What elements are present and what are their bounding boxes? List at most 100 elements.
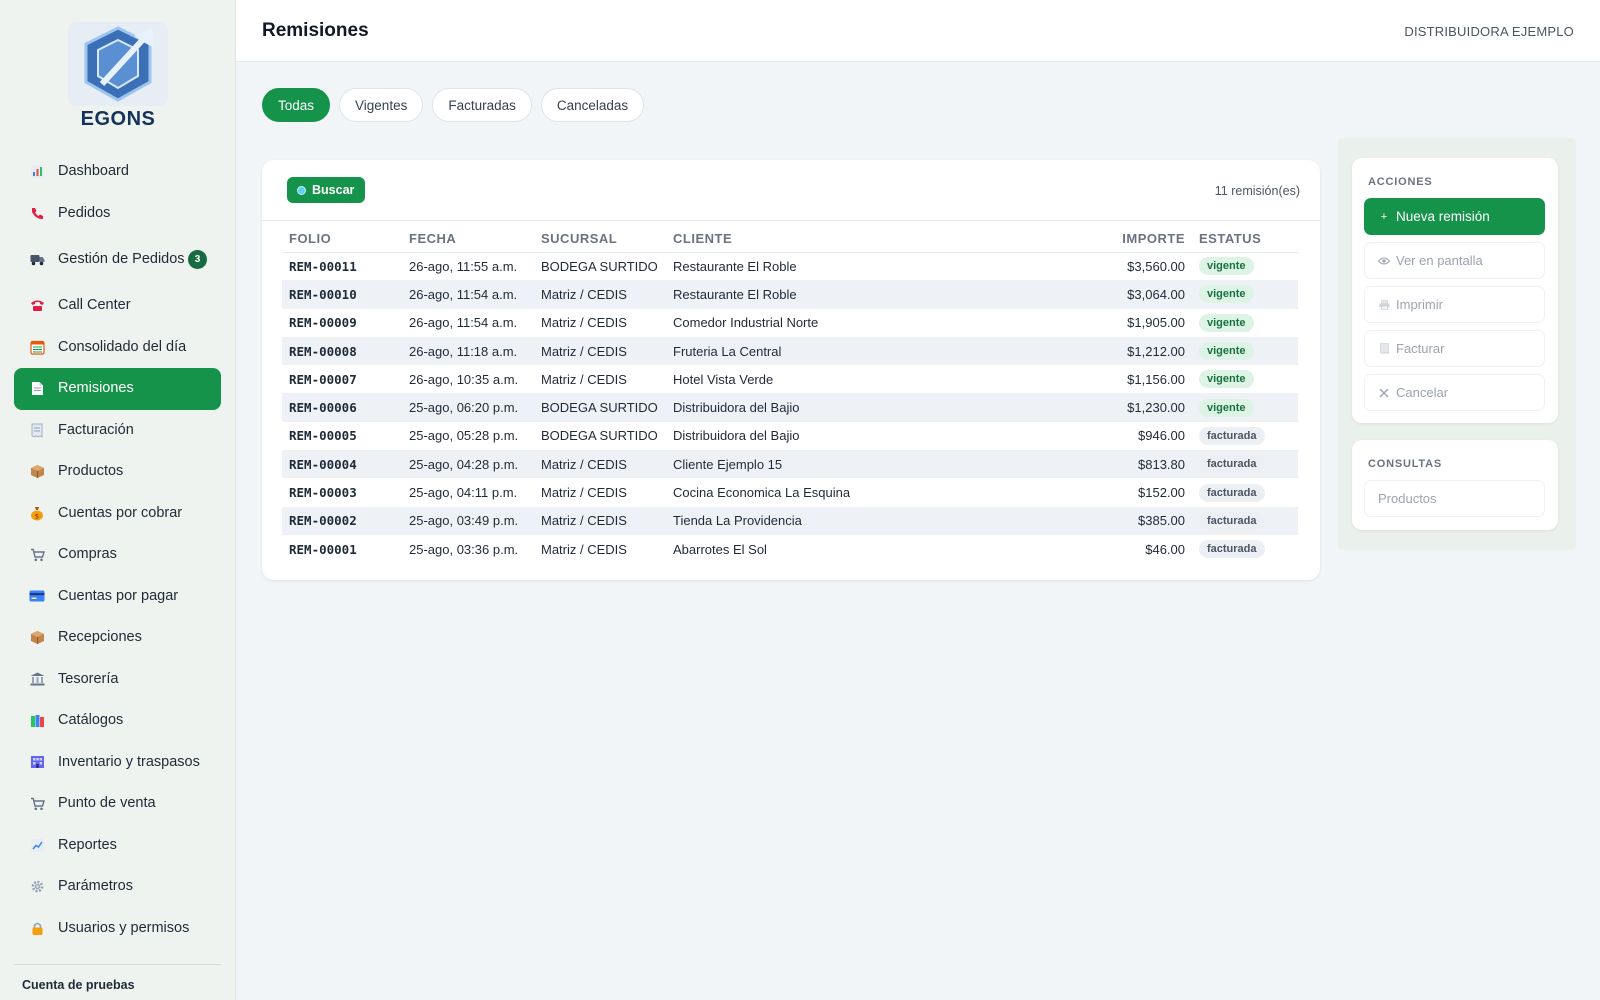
column-header-sucursal[interactable]: SUCURSAL (534, 226, 666, 253)
sidebar-item-consolidado[interactable]: Consolidado del día (14, 327, 221, 369)
egons-logo: EGONS (66, 22, 170, 132)
table-row[interactable]: REM-00008 26-ago, 11:18 a.m. Matriz / CE… (282, 336, 1298, 366)
view-on-screen-label: Ver en pantalla (1396, 253, 1483, 268)
search-button[interactable]: Buscar (287, 177, 366, 203)
cell-sucursal: BODEGA SURTIDO (534, 393, 666, 422)
cell-sucursal: BODEGA SURTIDO (541, 428, 658, 444)
actions-title: ACCIONES (1368, 176, 1433, 188)
column-header-folio[interactable]: FOLIO (282, 226, 402, 253)
package-icon (28, 629, 46, 647)
box-icon (28, 463, 46, 481)
column-header-fecha[interactable]: FECHA (402, 226, 534, 253)
table-row[interactable]: REM-00006 25-ago, 06:20 p.m. BODEGA SURT… (282, 393, 1298, 422)
cell-estatus: facturada (1192, 422, 1298, 450)
sidebar-item-catalogos[interactable]: Catálogos (14, 700, 221, 742)
sidebar-item-facturacion[interactable]: Facturación (14, 410, 221, 452)
receipt-icon (1378, 343, 1390, 354)
cell-folio: REM-00007 (289, 371, 357, 387)
sidebar-item-label: Punto de venta (58, 795, 156, 812)
table-row[interactable]: REM-00004 25-ago, 04:28 p.m. Matriz / CE… (282, 450, 1298, 479)
sidebar-item-label: Gestión de Pedidos (58, 251, 185, 267)
cell-sucursal: Matriz / CEDIS (541, 485, 627, 501)
sidebar-item-cuentas-cobrar[interactable]: $ Cuentas por cobrar (14, 493, 221, 535)
sidebar-item-gestion-pedidos[interactable]: Gestión de Pedidos 3 (14, 234, 221, 285)
sidebar-item-inventario[interactable]: Inventario y traspasos (14, 742, 221, 784)
new-remision-button[interactable]: + Nueva remisión (1364, 198, 1545, 235)
cell-estatus: vigente (1192, 280, 1298, 309)
eye-icon (1378, 257, 1390, 265)
cancel-button[interactable]: Cancelar (1364, 374, 1545, 411)
cell-folio: REM-00005 (289, 428, 357, 444)
cell-estatus: facturada (1192, 535, 1298, 563)
view-on-screen-button[interactable]: Ver en pantalla (1364, 242, 1545, 279)
close-icon (1378, 388, 1390, 398)
cell-estatus: vigente (1192, 365, 1298, 393)
invoice-button[interactable]: Facturar (1364, 330, 1545, 367)
sidebar-item-label: Recepciones (58, 629, 142, 646)
cell-estatus: vigente (1192, 252, 1298, 280)
column-header-importe[interactable]: IMPORTE (1092, 226, 1192, 253)
plus-icon: + (1380, 210, 1388, 223)
cell-sucursal: Matriz / CEDIS (534, 450, 666, 479)
sidebar-item-label: Catálogos (58, 712, 124, 729)
invoice-label: Facturar (1396, 341, 1445, 356)
table-row[interactable]: REM-00007 26-ago, 10:35 a.m. Matriz / CE… (282, 365, 1298, 393)
logo-text: EGONS (80, 108, 156, 130)
sidebar-item-label: Facturación (58, 421, 134, 438)
bank-icon (28, 670, 46, 688)
tab-canceladas[interactable]: Canceladas (540, 88, 645, 122)
cell-folio: REM-00006 (282, 393, 402, 422)
sidebar-item-pedidos[interactable]: Pedidos (14, 193, 221, 235)
sidebar-item-parametros[interactable]: Parámetros (14, 866, 221, 908)
table-row[interactable]: REM-00009 26-ago, 11:54 a.m. Matriz / CE… (282, 309, 1298, 337)
table-row[interactable]: REM-00010 26-ago, 11:54 a.m. Matriz / CE… (282, 280, 1298, 309)
status-badge: facturada (1199, 455, 1265, 474)
productos-button[interactable]: Productos (1364, 480, 1545, 517)
cell-importe: $3,064.00 (1092, 280, 1192, 309)
account-name[interactable]: Cuenta de pruebas (22, 978, 135, 992)
sidebar-item-cuentas-pagar[interactable]: Cuentas por pagar (14, 576, 221, 618)
printer-icon (1378, 299, 1390, 310)
column-header-cliente[interactable]: CLIENTE (666, 226, 1092, 253)
sidebar-item-label: Call Center (58, 297, 131, 314)
cell-importe: $1,230.00 (1092, 393, 1192, 422)
sidebar-item-dashboard[interactable]: Dashboard (14, 151, 221, 193)
cell-importe: $813.80 (1092, 450, 1192, 479)
table-row[interactable]: REM-00011 26-ago, 11:55 a.m. BODEGA SURT… (282, 252, 1298, 280)
telephone-icon (28, 297, 46, 315)
sidebar-item-remisiones[interactable]: Remisiones (14, 368, 221, 410)
sidebar-item-tesoreria[interactable]: Tesorería (14, 659, 221, 701)
sidebar-item-label: Reportes (58, 836, 117, 853)
productos-label: Productos (1378, 491, 1437, 506)
cell-cliente: Distribuidora del Bajio (673, 428, 800, 444)
cell-importe: $1,212.00 (1092, 336, 1192, 366)
sidebar-item-recepciones[interactable]: Recepciones (14, 617, 221, 659)
cell-sucursal: BODEGA SURTIDO (541, 258, 658, 274)
tab-todas[interactable]: Todas (262, 88, 331, 122)
sidebar-item-call-center[interactable]: Call Center (14, 285, 221, 327)
sidebar: EGONS Dashboard Pedidos Gestión de Pedid… (0, 0, 236, 1000)
sidebar-item-usuarios[interactable]: Usuarios y permisos (14, 908, 221, 950)
table-row[interactable]: REM-00005 25-ago, 05:28 p.m. BODEGA SURT… (282, 422, 1298, 450)
phone-icon (28, 204, 46, 222)
table-row[interactable]: REM-00002 25-ago, 03:49 p.m. Matriz / CE… (282, 506, 1298, 535)
new-remision-label: Nueva remisión (1396, 209, 1490, 224)
tab-facturadas[interactable]: Facturadas (432, 88, 532, 122)
cell-importe: $385.00 (1092, 506, 1192, 535)
sidebar-item-productos[interactable]: Productos (14, 451, 221, 493)
tab-vigentes[interactable]: Vigentes (339, 88, 424, 122)
status-badge: facturada (1199, 426, 1265, 445)
cell-folio: REM-00010 (282, 280, 402, 309)
status-filter-tabs: Todas Vigentes Facturadas Canceladas (262, 88, 645, 122)
sidebar-item-compras[interactable]: Compras (14, 534, 221, 576)
column-header-estatus[interactable]: ESTATUS (1192, 226, 1298, 253)
cell-sucursal: Matriz / CEDIS (541, 371, 627, 387)
table-row[interactable]: REM-00003 25-ago, 04:11 p.m. Matriz / CE… (282, 478, 1298, 506)
sidebar-item-reportes[interactable]: Reportes (14, 825, 221, 867)
sidebar-item-punto-venta[interactable]: Punto de venta (14, 783, 221, 825)
table-body: REM-00011 26-ago, 11:55 a.m. BODEGA SURT… (282, 252, 1298, 563)
table-row[interactable]: REM-00001 25-ago, 03:36 p.m. Matriz / CE… (282, 535, 1298, 563)
cell-fecha: 26-ago, 10:35 a.m. (409, 371, 519, 387)
status-badge: facturada (1199, 511, 1265, 530)
print-button[interactable]: Imprimir (1364, 286, 1545, 323)
